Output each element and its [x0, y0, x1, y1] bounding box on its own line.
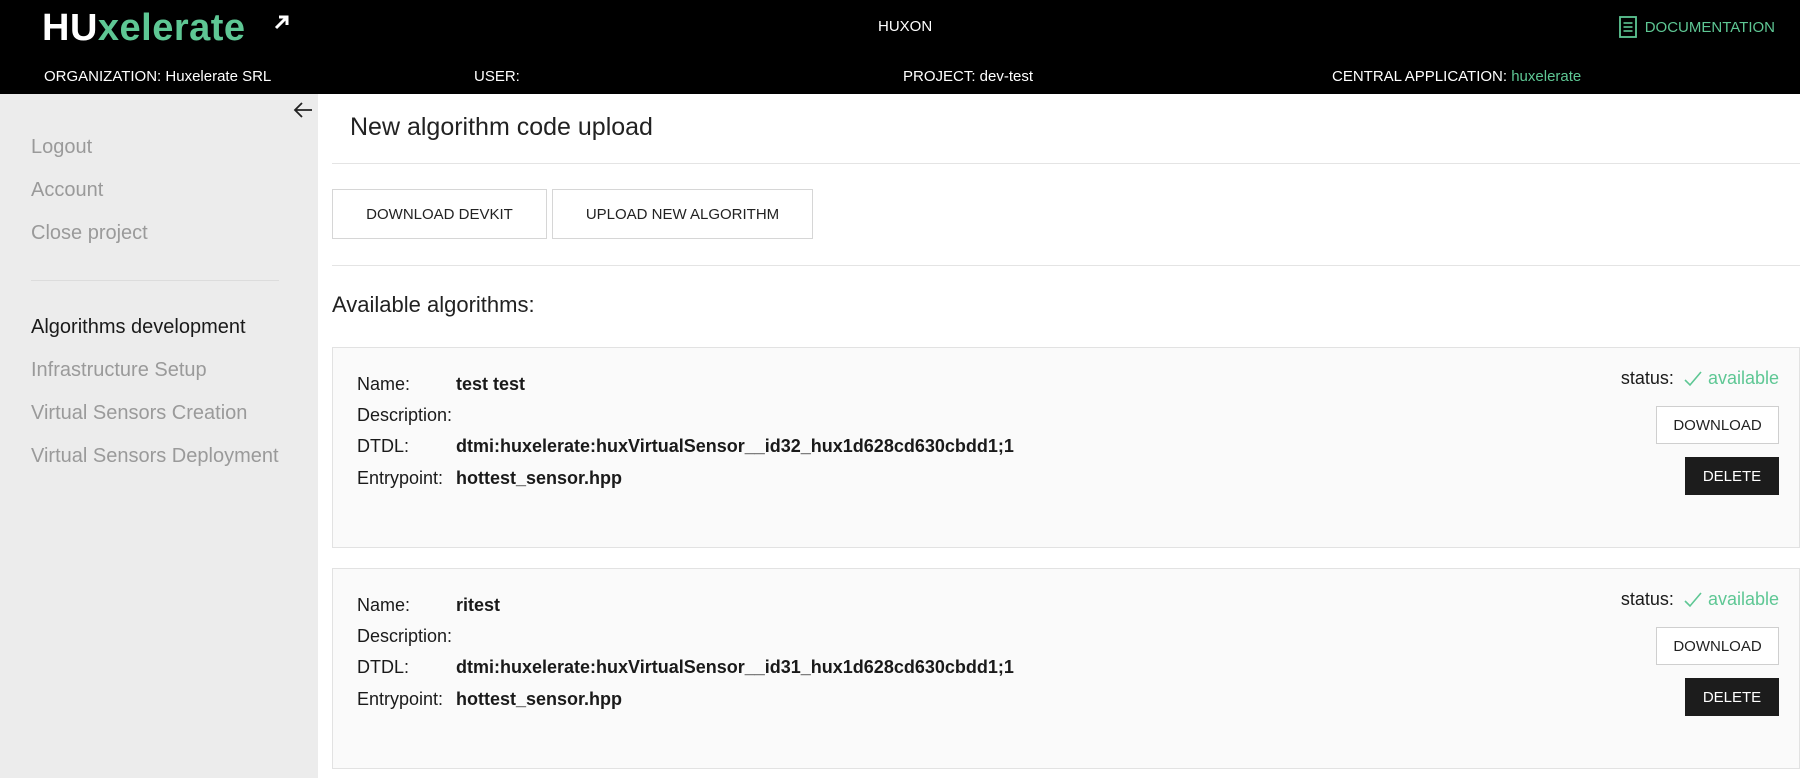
- algorithm-card: Name: test test Description: DTDL: dtmi:hu…: [332, 347, 1800, 548]
- arrow-up-right-icon: [274, 15, 289, 30]
- huxelerate-logo[interactable]: HUxelerate: [42, 6, 289, 50]
- algorithm-entrypoint-row: Entrypoint: hottest_sensor.hpp: [357, 468, 622, 489]
- entrypoint-label: Entrypoint:: [357, 468, 444, 488]
- documentation-label: DOCUMENTATION: [1644, 18, 1775, 36]
- sidebar-item-virtual-sensors-deployment[interactable]: Virtual Sensors Deployment: [31, 445, 279, 468]
- delete-button[interactable]: DELETE: [1685, 678, 1779, 716]
- document-icon: [1618, 16, 1637, 38]
- central-application-value[interactable]: huxelerate: [1511, 68, 1581, 85]
- algorithm-entrypoint-row: Entrypoint: hottest_sensor.hpp: [357, 689, 622, 710]
- status-value: available: [1707, 368, 1779, 388]
- sidebar-item-virtual-sensors-creation[interactable]: Virtual Sensors Creation: [31, 402, 247, 425]
- sidebar-item-algorithms-development[interactable]: Algorithms development: [31, 316, 246, 339]
- sidebar-item-close-project[interactable]: Close project: [31, 222, 148, 245]
- documentation-link[interactable]: DOCUMENTATION: [1618, 16, 1775, 38]
- status-badge: available: [1684, 589, 1779, 610]
- actions-divider: [332, 265, 1800, 266]
- sidebar-divider: [31, 280, 279, 281]
- app-name: HUXON: [878, 18, 933, 35]
- download-devkit-button[interactable]: DOWNLOAD DEVKIT: [332, 189, 547, 239]
- description-label: Description:: [357, 405, 453, 425]
- status-value: available: [1707, 589, 1779, 609]
- download-button[interactable]: DOWNLOAD: [1656, 627, 1779, 665]
- algorithm-entrypoint: hottest_sensor.hpp: [456, 468, 623, 488]
- sidebar: Logout Account Close project Algorithms …: [0, 94, 318, 778]
- algorithm-dtdl: dtmi:huxelerate:huxVirtualSensor__id32_h…: [456, 436, 1014, 456]
- algorithm-description-row: Description:: [357, 405, 456, 426]
- central-application-info: CENTRAL APPLICATION: huxelerate: [1332, 68, 1581, 85]
- sidebar-item-infrastructure-setup[interactable]: Infrastructure Setup: [31, 359, 207, 382]
- checkmark-icon: [1684, 591, 1702, 607]
- entrypoint-label: Entrypoint:: [357, 689, 444, 709]
- arrow-left-icon[interactable]: [292, 100, 314, 120]
- user-info: USER:: [474, 68, 520, 85]
- algorithm-description-row: Description:: [357, 626, 456, 647]
- sidebar-item-account[interactable]: Account: [31, 179, 103, 202]
- algorithm-name-row: Name: ritest: [357, 595, 500, 616]
- algorithm-card: Name: ritest Description: DTDL: dtmi:huxel…: [332, 568, 1800, 769]
- download-button[interactable]: DOWNLOAD: [1656, 406, 1779, 444]
- algorithm-name: ritest: [456, 595, 501, 615]
- algorithm-name-row: Name: test test: [357, 374, 525, 395]
- algorithm-name: test test: [456, 374, 526, 394]
- delete-button[interactable]: DELETE: [1685, 457, 1779, 495]
- upload-new-algorithm-button[interactable]: UPLOAD NEW ALGORITHM: [552, 189, 813, 239]
- page-title: New algorithm code upload: [350, 113, 653, 141]
- algorithm-status: status: available: [1621, 589, 1779, 610]
- algorithm-status: status: available: [1621, 368, 1779, 389]
- dtdl-label: DTDL:: [357, 436, 410, 456]
- logo-text-xelerate: xelerate: [97, 7, 246, 49]
- algorithm-dtdl-row: DTDL: dtmi:huxelerate:huxVirtualSensor__i…: [357, 436, 1014, 457]
- available-algorithms-title: Available algorithms:: [332, 292, 535, 317]
- organization-info: ORGANIZATION: Huxelerate SRL: [44, 68, 272, 85]
- name-label: Name:: [357, 595, 411, 615]
- name-label: Name:: [357, 374, 411, 394]
- dtdl-label: DTDL:: [357, 657, 410, 677]
- top-header: HUxelerate HUXON DOCUMENTATION ORGANIZAT…: [0, 0, 1800, 94]
- project-info: PROJECT: dev-test: [903, 68, 1034, 85]
- sidebar-item-logout[interactable]: Logout: [31, 136, 92, 159]
- algorithm-entrypoint: hottest_sensor.hpp: [456, 689, 623, 709]
- status-badge: available: [1684, 368, 1779, 389]
- central-application-label: CENTRAL APPLICATION:: [1332, 68, 1508, 85]
- algorithm-dtdl: dtmi:huxelerate:huxVirtualSensor__id31_h…: [456, 657, 1014, 677]
- status-label: status:: [1620, 368, 1674, 388]
- description-label: Description:: [357, 626, 453, 646]
- status-label: status:: [1620, 589, 1674, 609]
- checkmark-icon: [1684, 370, 1702, 386]
- algorithm-dtdl-row: DTDL: dtmi:huxelerate:huxVirtualSensor__i…: [357, 657, 1014, 678]
- title-divider: [332, 163, 1800, 164]
- logo-text-hu: HU: [42, 7, 98, 49]
